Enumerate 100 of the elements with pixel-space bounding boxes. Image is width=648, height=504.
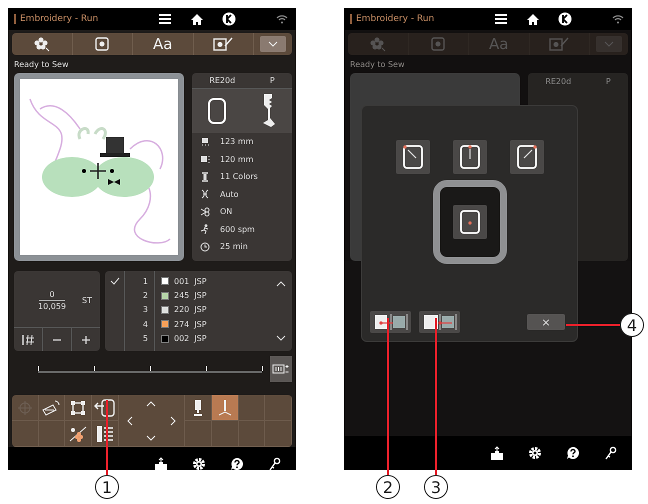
foot-button[interactable] — [185, 395, 212, 421]
chevron-up-icon — [276, 281, 286, 287]
flower-icon — [32, 36, 51, 52]
empty-grid-cell — [265, 395, 292, 421]
circle-logo-icon — [558, 12, 572, 26]
top-position-button[interactable] — [452, 140, 486, 174]
flower-edit-icon — [549, 37, 570, 51]
color-number: 1 — [142, 276, 148, 288]
color-list-icon — [96, 424, 114, 442]
chevron-down-icon — [268, 41, 278, 47]
rotate-button[interactable] — [38, 395, 66, 421]
plus-icon — [81, 334, 91, 344]
chevron-down-icon — [276, 335, 286, 341]
help-icon — [566, 446, 580, 460]
frame-corners-icon — [70, 400, 86, 416]
export-button[interactable] — [152, 455, 170, 470]
logo-button[interactable] — [558, 12, 572, 26]
hoop-park-icon — [372, 313, 408, 331]
corners-button[interactable] — [65, 395, 92, 421]
hoop-position-icon — [458, 144, 480, 170]
hoop-move-icon — [94, 398, 116, 416]
help-button[interactable] — [228, 455, 246, 470]
chevron-down-icon — [604, 41, 614, 47]
key-icon — [605, 446, 617, 460]
menu-icon — [158, 13, 172, 25]
checkmark-icon — [110, 277, 120, 285]
scroll-up-button[interactable] — [276, 281, 286, 287]
design-height-icon — [200, 136, 210, 147]
needle-icon — [216, 398, 233, 416]
close-button[interactable]: × — [527, 314, 565, 330]
home-button[interactable] — [190, 12, 204, 26]
presser-foot-name: P — [270, 76, 275, 85]
circle-logo-icon — [222, 12, 236, 26]
info-value: 120 mm — [220, 154, 254, 164]
info-value: 600 spm — [220, 224, 255, 234]
info-value: ON — [220, 207, 232, 216]
needle-hash-icon — [21, 334, 35, 346]
dropdown-button[interactable] — [260, 36, 286, 52]
flower-icon — [368, 36, 387, 52]
thread-code: 220 — [174, 305, 190, 314]
menu-icon — [494, 13, 508, 25]
hoop-name: RE20d — [209, 76, 236, 85]
info-value: 11 Colors — [220, 172, 258, 182]
presser-foot-icon — [192, 398, 204, 416]
color-number: 5 — [142, 333, 148, 346]
home-button[interactable] — [526, 12, 540, 26]
settings-button[interactable] — [190, 455, 208, 470]
crosshair-icon — [16, 400, 33, 416]
thread-spool-icon — [200, 172, 210, 182]
export-button[interactable] — [488, 444, 506, 462]
color-flower-icon — [68, 424, 88, 442]
clock-icon — [200, 242, 210, 252]
thread-brand: JSP — [194, 320, 207, 329]
center-position-button[interactable] — [452, 205, 486, 239]
stitch-unit: ST — [82, 296, 92, 304]
callout-number: 1 — [95, 475, 119, 499]
leader-line — [566, 324, 620, 326]
tension-icon — [200, 189, 210, 200]
logo-button[interactable] — [222, 12, 236, 26]
framed-flower-icon — [95, 37, 110, 51]
thread-adjust-button[interactable] — [270, 356, 292, 382]
callout-number: 3 — [424, 475, 448, 499]
color-number: 2 — [142, 290, 148, 302]
color-number: 4 — [142, 318, 148, 331]
wifi-icon — [612, 14, 624, 24]
scissors-icon — [200, 206, 210, 217]
hoop-position-icon — [458, 209, 480, 235]
hoop-name: RE20d — [545, 77, 572, 88]
thread-brand: JSP — [194, 291, 207, 300]
settings-button[interactable] — [526, 444, 544, 462]
hoop-rotate-icon — [41, 400, 62, 416]
home-icon — [526, 12, 540, 26]
needle-button[interactable] — [212, 395, 239, 421]
thread-code: 001 — [174, 276, 190, 286]
design-width-icon — [200, 154, 210, 164]
screen-title: Embroidery - Run — [350, 14, 434, 24]
top-right-position-button[interactable] — [510, 140, 544, 174]
hoop-position-icon — [516, 144, 538, 170]
thread-brand: JSP — [194, 305, 207, 314]
park-left-button[interactable] — [370, 311, 411, 333]
menu-button[interactable] — [158, 12, 172, 26]
thread-code: 274 — [174, 320, 190, 329]
screen-title: Embroidery - Run — [14, 14, 98, 24]
upload-box-icon — [490, 446, 504, 460]
menu-button[interactable] — [494, 12, 508, 26]
upload-box-icon — [154, 457, 168, 470]
info-value: 123 mm — [220, 137, 254, 146]
thread-code: 245 — [174, 291, 190, 300]
info-value: Auto — [220, 190, 239, 199]
current-stitch: 0 — [39, 288, 65, 300]
status-text: Ready to Sew — [13, 59, 70, 71]
scroll-down-button[interactable] — [276, 335, 286, 341]
help-button[interactable] — [564, 444, 582, 462]
text-tab[interactable]: Aa — [133, 33, 194, 55]
hoop-icon — [206, 97, 226, 125]
status-text: Ready to Sew — [349, 59, 406, 71]
total-stitches: 10,059 — [37, 300, 68, 312]
park-center-button[interactable] — [419, 311, 460, 333]
color-number: 3 — [142, 304, 148, 316]
top-left-position-button[interactable] — [396, 140, 430, 174]
